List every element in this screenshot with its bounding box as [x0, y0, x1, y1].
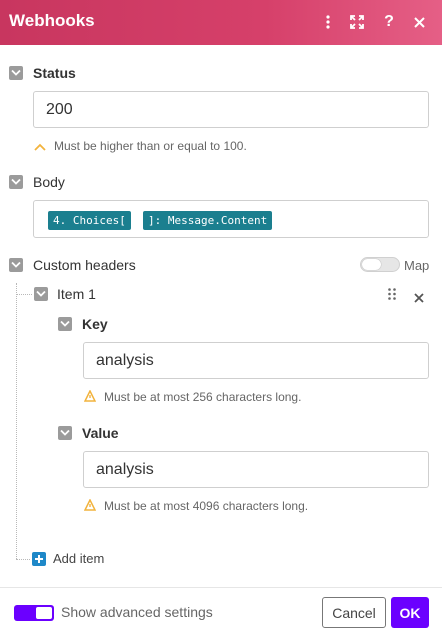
warning-icon [83, 498, 97, 516]
cancel-button[interactable]: Cancel [322, 597, 386, 628]
ok-button[interactable]: OK [391, 597, 429, 628]
add-item-button[interactable]: Add item [53, 551, 104, 566]
status-collapse-toggle[interactable] [9, 66, 23, 80]
expand-icon[interactable] [346, 11, 368, 33]
chevron-down-icon [11, 261, 21, 268]
warning-icon [83, 389, 97, 407]
map-toggle[interactable] [360, 257, 400, 272]
key-collapse-toggle[interactable] [58, 317, 72, 331]
drag-handle-icon[interactable] [387, 287, 397, 306]
advanced-settings-toggle[interactable] [14, 605, 54, 621]
value-collapse-toggle[interactable] [58, 426, 72, 440]
tree-branch [16, 559, 30, 560]
status-hint: Must be higher than or equal to 100. [54, 139, 247, 153]
status-label: Status [33, 65, 76, 81]
body-token-message-content[interactable]: ]: Message.Content [143, 211, 273, 230]
item-label: Item 1 [57, 286, 96, 302]
body-label: Body [33, 174, 65, 190]
plus-icon[interactable] [32, 552, 46, 566]
help-icon[interactable]: ? [378, 11, 400, 33]
panel-header: Webhooks ? [0, 0, 442, 45]
map-label: Map [404, 258, 430, 273]
advanced-settings-label: Show advanced settings [61, 604, 213, 620]
body-collapse-toggle[interactable] [9, 175, 23, 189]
tree-line [16, 283, 17, 559]
map-toggle-knob [362, 259, 381, 270]
chevron-down-icon [60, 429, 70, 436]
chevron-down-icon [11, 69, 21, 76]
value-input[interactable]: analysis [83, 451, 429, 488]
remove-icon[interactable] [414, 290, 424, 308]
custom-headers-collapse-toggle[interactable] [9, 258, 23, 272]
chevron-up-icon [34, 139, 46, 157]
chevron-down-icon [36, 290, 46, 297]
key-input[interactable]: analysis [83, 342, 429, 379]
key-hint: Must be at most 256 characters long. [104, 390, 302, 404]
value-label: Value [82, 425, 119, 441]
item-collapse-toggle[interactable] [34, 287, 48, 301]
value-hint: Must be at most 4096 characters long. [104, 499, 309, 513]
custom-headers-label: Custom headers [33, 257, 136, 273]
close-icon[interactable] [408, 11, 430, 33]
panel-footer: Show advanced settings Cancel OK [0, 587, 442, 634]
chevron-down-icon [60, 320, 70, 327]
advanced-settings-toggle-knob [36, 607, 52, 619]
body-token-choices[interactable]: 4. Choices[ [48, 211, 131, 230]
key-label: Key [82, 316, 108, 332]
chevron-down-icon [11, 178, 21, 185]
kebab-menu-icon[interactable] [317, 11, 339, 33]
panel-title: Webhooks [9, 11, 95, 30]
status-input[interactable]: 200 [33, 91, 429, 128]
tree-branch [16, 294, 32, 295]
